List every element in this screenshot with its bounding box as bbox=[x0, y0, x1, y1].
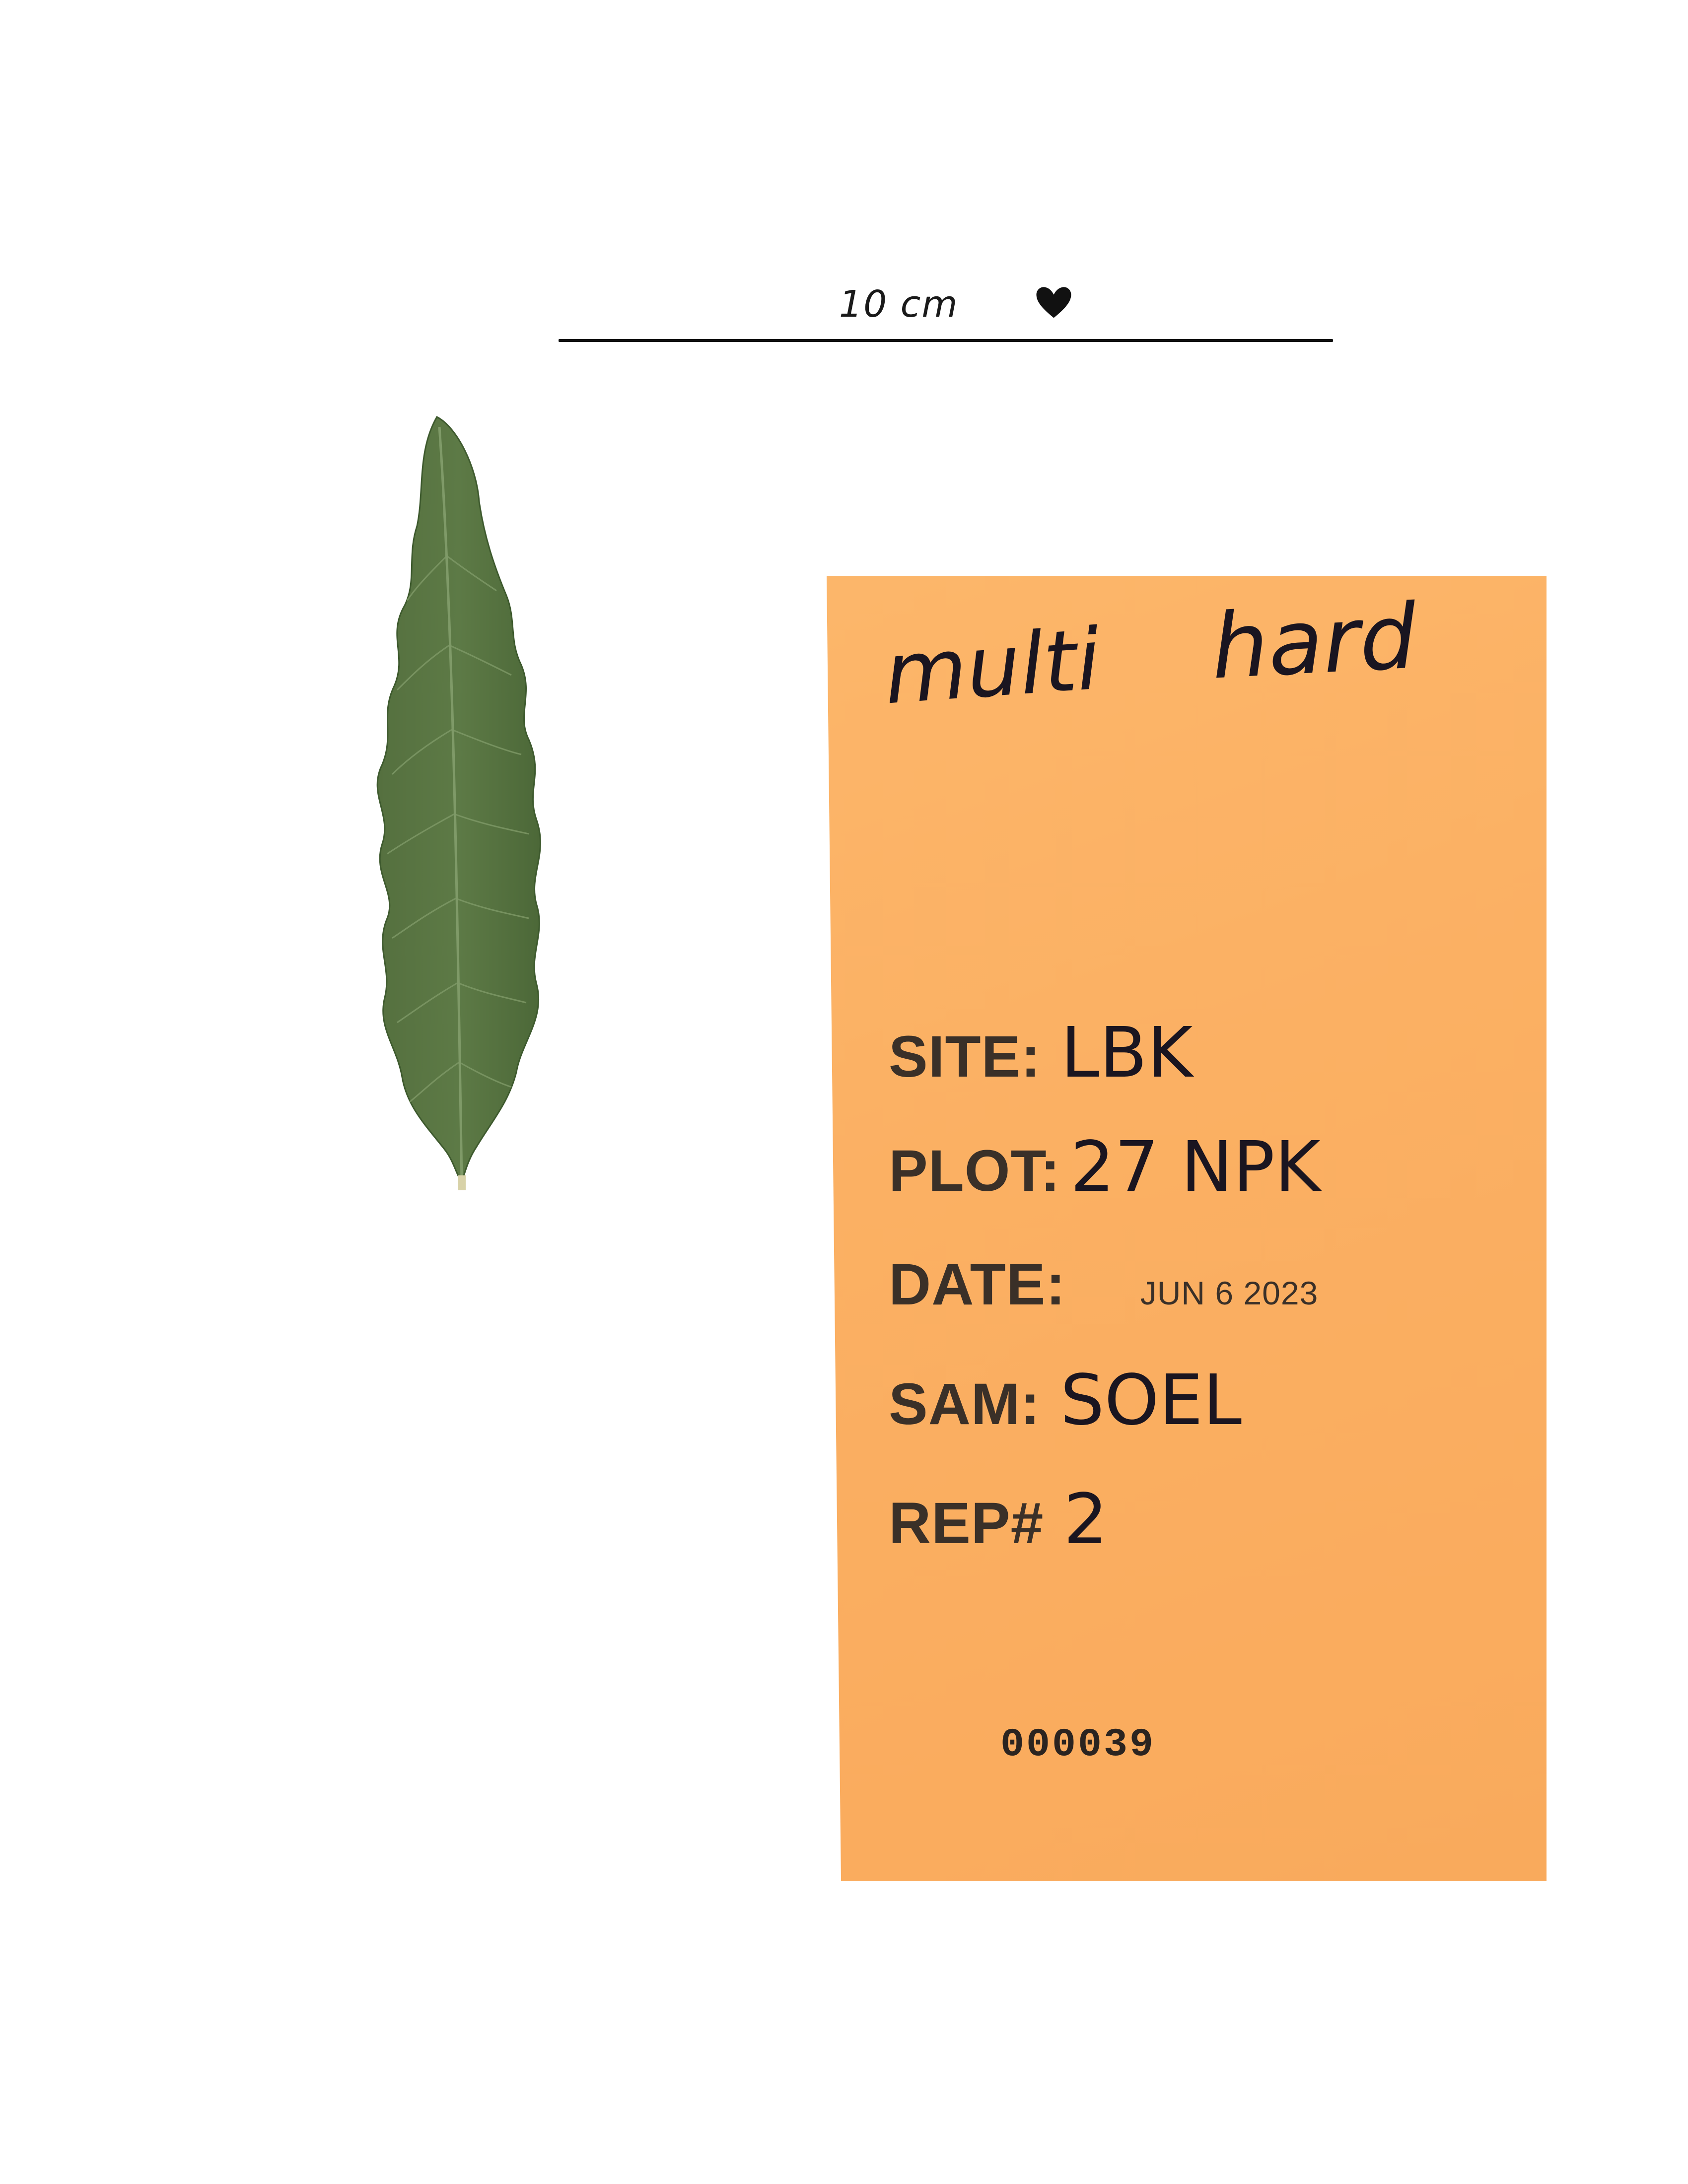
serial-number: 000039 bbox=[1000, 1722, 1156, 1768]
sam-value: SOEL bbox=[1060, 1360, 1242, 1441]
scale-bar bbox=[559, 339, 1333, 342]
sample-envelope: multi hard SITE: LBK PLOT: 27 NPK DATE: … bbox=[827, 576, 1547, 1881]
handwritten-note-hard: hard bbox=[1209, 585, 1419, 699]
handwritten-note-multi: multi bbox=[881, 610, 1104, 724]
rep-label: REP# bbox=[889, 1491, 1044, 1556]
date-value: JUN 6 2023 bbox=[1140, 1275, 1319, 1311]
plot-row: PLOT: 27 NPK bbox=[889, 1127, 1320, 1208]
site-label: SITE: bbox=[889, 1024, 1041, 1090]
sam-label: SAM: bbox=[889, 1371, 1041, 1437]
plot-label: PLOT: bbox=[889, 1138, 1060, 1204]
rep-row: REP# 2 bbox=[889, 1479, 1108, 1560]
plot-value: 27 NPK bbox=[1070, 1127, 1321, 1208]
site-row: SITE: LBK bbox=[889, 1013, 1193, 1093]
sam-row: SAM: SOEL bbox=[889, 1360, 1242, 1441]
heart-icon bbox=[1036, 287, 1071, 318]
rep-value: 2 bbox=[1063, 1479, 1108, 1560]
leaf-specimen bbox=[376, 416, 541, 1190]
site-value: LBK bbox=[1060, 1013, 1193, 1093]
date-row: DATE: JUN 6 2023 bbox=[889, 1251, 1318, 1318]
scale-label: 10 cm bbox=[839, 283, 959, 326]
date-label: DATE: bbox=[889, 1252, 1066, 1317]
